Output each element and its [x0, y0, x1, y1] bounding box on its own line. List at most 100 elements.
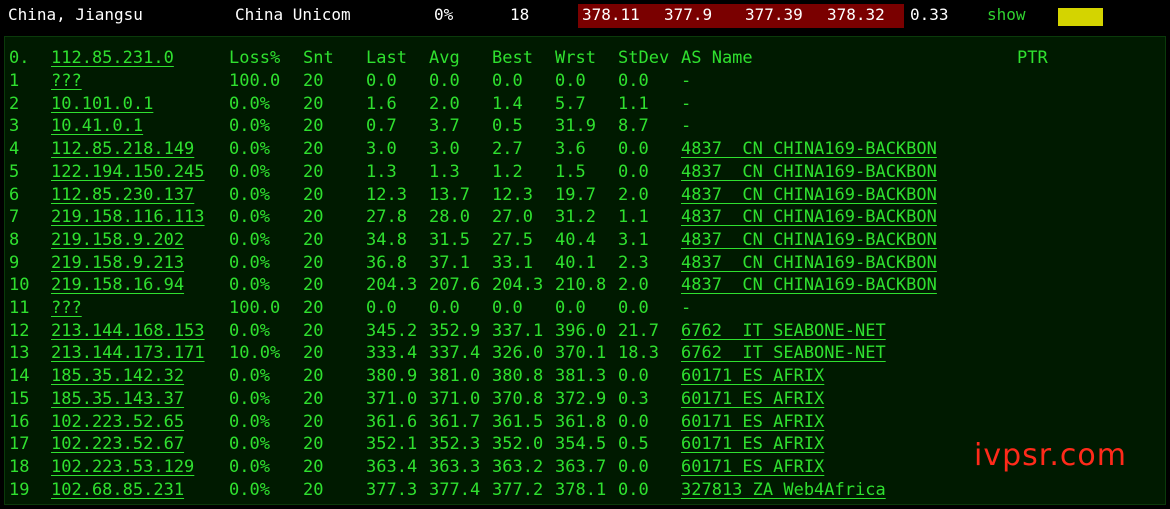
hop-host[interactable]: 185.35.142.32: [51, 365, 184, 387]
hop-stdev: 0.3: [618, 388, 649, 409]
hop-loss: 10.0%: [229, 343, 281, 364]
hop-avg: 361.7: [429, 411, 481, 432]
show-link[interactable]: show: [987, 0, 1026, 28]
hop-best: 377.2: [492, 479, 544, 500]
hop-best: 326.0: [492, 343, 544, 364]
hop-number: 8: [9, 229, 20, 250]
hop-as-name[interactable]: 60171 ES AFRIX: [681, 411, 824, 433]
col-best-header: Best: [492, 48, 533, 68]
hop-host[interactable]: 102.223.52.67: [51, 433, 184, 455]
hop-best: 0.0: [492, 71, 523, 91]
hop-stdev: 8.7: [618, 116, 649, 137]
hop-as-name[interactable]: 60171 ES AFRIX: [681, 433, 824, 455]
hop-loss: 0.0%: [229, 161, 270, 182]
summary-avg: 377.9: [664, 5, 713, 24]
hop-wrst: 5.7: [555, 93, 586, 114]
hop-loss: 0.0%: [229, 456, 270, 477]
hop-best: 204.3: [492, 275, 544, 296]
hop-stdev: 0.0: [618, 411, 649, 432]
hop-host[interactable]: 10.101.0.1: [51, 93, 153, 115]
col-snt-header: Snt: [303, 48, 334, 68]
hop-avg: 28.0: [429, 207, 470, 228]
hop-as-name[interactable]: 60171 ES AFRIX: [681, 388, 824, 410]
hop-host[interactable]: 112.85.230.137: [51, 184, 194, 206]
hop-snt: 20: [303, 229, 324, 250]
hop-last: 333.4: [366, 343, 418, 364]
hop-stdev: 0.5: [618, 434, 649, 455]
hop-wrst: 372.9: [555, 388, 607, 409]
hop-last: 3.0: [366, 139, 397, 160]
hop-wrst: 361.8: [555, 411, 607, 432]
hop-host[interactable]: ???: [51, 297, 82, 319]
hop-best: 352.0: [492, 434, 544, 455]
hop-avg: 352.9: [429, 320, 481, 341]
hop-as-name[interactable]: 4837 CN CHINA169-BACKBON: [681, 206, 937, 228]
hop-as-name[interactable]: 4837 CN CHINA169-BACKBON: [681, 229, 937, 251]
hop-row: 11??? 100.0 20 0.0 0.0 0.0 0.0 0.0 -: [5, 297, 1165, 319]
col-hop-header: 0.: [9, 48, 30, 68]
hop-number: 2: [9, 93, 20, 114]
hop-row: 2 10.101.0.1 0.0% 20 1.6 2.0 1.4 5.7 1.1 -: [5, 93, 1165, 115]
hop-as-name[interactable]: 4837 CN CHINA169-BACKBON: [681, 184, 937, 206]
hop-host[interactable]: 122.194.150.245: [51, 161, 205, 183]
hop-host[interactable]: 10.41.0.1: [51, 115, 143, 137]
hop-snt: 20: [303, 139, 324, 160]
hop-as-name[interactable]: 4837 CN CHINA169-BACKBON: [681, 138, 937, 160]
hop-as-name[interactable]: 327813 ZA Web4Africa: [681, 479, 886, 501]
hop-as-name[interactable]: 4837 CN CHINA169-BACKBON: [681, 252, 937, 274]
hop-stdev: 0.0: [618, 366, 649, 387]
hop-host[interactable]: 102.223.53.129: [51, 456, 194, 478]
hop-stdev: 18.3: [618, 343, 659, 364]
hop-number: 12: [9, 320, 30, 341]
hop-wrst: 354.5: [555, 434, 607, 455]
hop-number: 11: [9, 298, 30, 318]
status-indicator: [1058, 8, 1103, 26]
hop-avg: 1.3: [429, 161, 460, 182]
hop-loss: 0.0%: [229, 388, 270, 409]
hop-wrst: 381.3: [555, 366, 607, 387]
hop-host[interactable]: ???: [51, 70, 82, 92]
hop-host[interactable]: 102.68.85.231: [51, 479, 184, 501]
hop-row: 1??? 100.0 20 0.0 0.0 0.0 0.0 0.0 -: [5, 70, 1165, 92]
hop-loss: 0.0%: [229, 184, 270, 205]
hop-as-name[interactable]: 4837 CN CHINA169-BACKBON: [681, 161, 937, 183]
hop-host[interactable]: 102.223.52.65: [51, 411, 184, 433]
hop-host[interactable]: 219.158.9.213: [51, 252, 184, 274]
hop-avg: 352.3: [429, 434, 481, 455]
hop-as-name[interactable]: 6762 IT SEABONE-NET: [681, 320, 886, 342]
hop-host[interactable]: 219.158.16.94: [51, 274, 184, 296]
hop-host[interactable]: 213.144.168.153: [51, 320, 205, 342]
hop-loss: 0.0%: [229, 434, 270, 455]
hop-number: 10: [9, 275, 30, 296]
hop-best: 380.8: [492, 366, 544, 387]
hop-host[interactable]: 213.144.173.171: [51, 342, 205, 364]
hop-as-name[interactable]: 60171 ES AFRIX: [681, 365, 824, 387]
summary-last: 378.11: [582, 5, 640, 24]
hop-loss: 0.0%: [229, 275, 270, 296]
hop-best: 1.4: [492, 93, 523, 114]
hop-as-name[interactable]: 60171 ES AFRIX: [681, 456, 824, 478]
hop-host[interactable]: 219.158.116.113: [51, 206, 205, 228]
hop-last: 27.8: [366, 207, 407, 228]
hop-avg: 0.0: [429, 71, 460, 91]
hop-avg: 3.0: [429, 139, 460, 160]
hop-snt: 20: [303, 207, 324, 228]
hop-host[interactable]: 112.85.218.149: [51, 138, 194, 160]
hop-best: 0.5: [492, 116, 523, 137]
col-host-header[interactable]: 112.85.231.0: [51, 47, 174, 69]
hop-wrst: 31.9: [555, 116, 596, 137]
hop-stdev: 21.7: [618, 320, 659, 341]
hop-host[interactable]: 219.158.9.202: [51, 229, 184, 251]
hop-avg: 13.7: [429, 184, 470, 205]
hop-last: 204.3: [366, 275, 418, 296]
hop-stdev: 0.0: [618, 161, 649, 182]
hop-as-name[interactable]: 6762 IT SEABONE-NET: [681, 342, 886, 364]
hop-wrst: 3.6: [555, 139, 586, 160]
summary-location: China, Jiangsu: [8, 5, 143, 24]
hop-last: 34.8: [366, 229, 407, 250]
hop-number: 6: [9, 184, 20, 205]
hop-last: 1.6: [366, 93, 397, 114]
hop-as-name[interactable]: 4837 CN CHINA169-BACKBON: [681, 274, 937, 296]
hop-number: 14: [9, 366, 30, 387]
hop-host[interactable]: 185.35.143.37: [51, 388, 184, 410]
